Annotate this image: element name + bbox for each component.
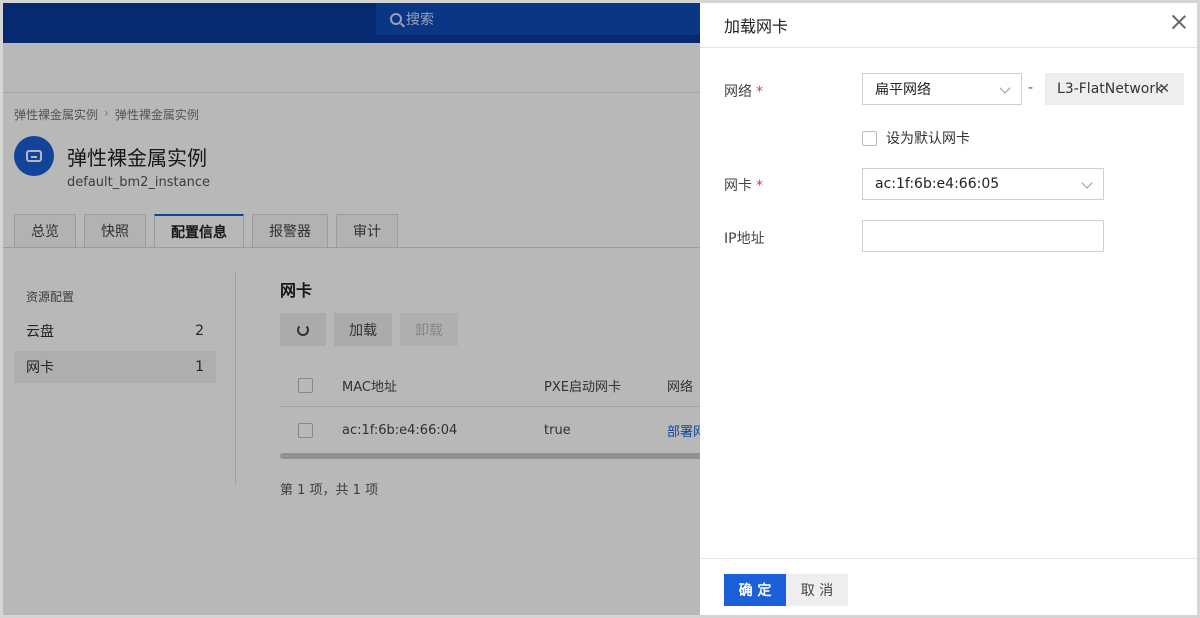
confirm-button[interactable]: 确 定	[724, 574, 786, 606]
nic-select[interactable]: ac:1f:6b:e4:66:05	[862, 168, 1104, 200]
nic-label: 网卡	[724, 178, 752, 194]
nic-field-label: 网卡 *	[724, 175, 763, 195]
nic-value: ac:1f:6b:e4:66:05	[875, 176, 1000, 192]
network-tag-label: L3-FlatNetwork	[1057, 81, 1164, 97]
ip-input[interactable]	[862, 220, 1104, 252]
close-icon[interactable]	[1170, 13, 1188, 31]
drawer-title: 加载网卡	[724, 17, 789, 36]
modal-overlay[interactable]	[3, 3, 703, 615]
default-nic-option[interactable]: 设为默认网卡	[862, 128, 970, 148]
cancel-button[interactable]: 取 消	[786, 574, 848, 606]
drawer-footer: 确 定 取 消	[700, 558, 1197, 615]
default-nic-label: 设为默认网卡	[886, 131, 970, 147]
required-mark: *	[756, 178, 763, 194]
network-field-label: 网络 *	[724, 81, 763, 101]
app-window: 搜索 弹性裸金属实例 › 弹性裸金属实例 弹性裸金属实例 default_bm2…	[0, 0, 1200, 618]
network-type-select[interactable]: 扁平网络	[862, 73, 1022, 105]
network-tag: L3-FlatNetwork ✕	[1045, 73, 1184, 105]
attach-nic-drawer: 加载网卡 网络 * 扁平网络 - L3-FlatNetwork ✕ 设为默认网卡 …	[700, 3, 1197, 615]
drawer-header: 加载网卡	[700, 3, 1197, 48]
remove-tag-icon[interactable]: ✕	[1158, 81, 1170, 97]
separator: -	[1028, 80, 1034, 96]
network-type-value: 扁平网络	[875, 82, 931, 98]
default-nic-checkbox[interactable]	[862, 130, 877, 146]
chevron-down-icon	[1081, 177, 1093, 189]
required-mark: *	[756, 84, 763, 100]
chevron-down-icon	[999, 82, 1011, 94]
network-label: 网络	[724, 84, 752, 100]
ip-label: IP地址	[724, 231, 765, 247]
